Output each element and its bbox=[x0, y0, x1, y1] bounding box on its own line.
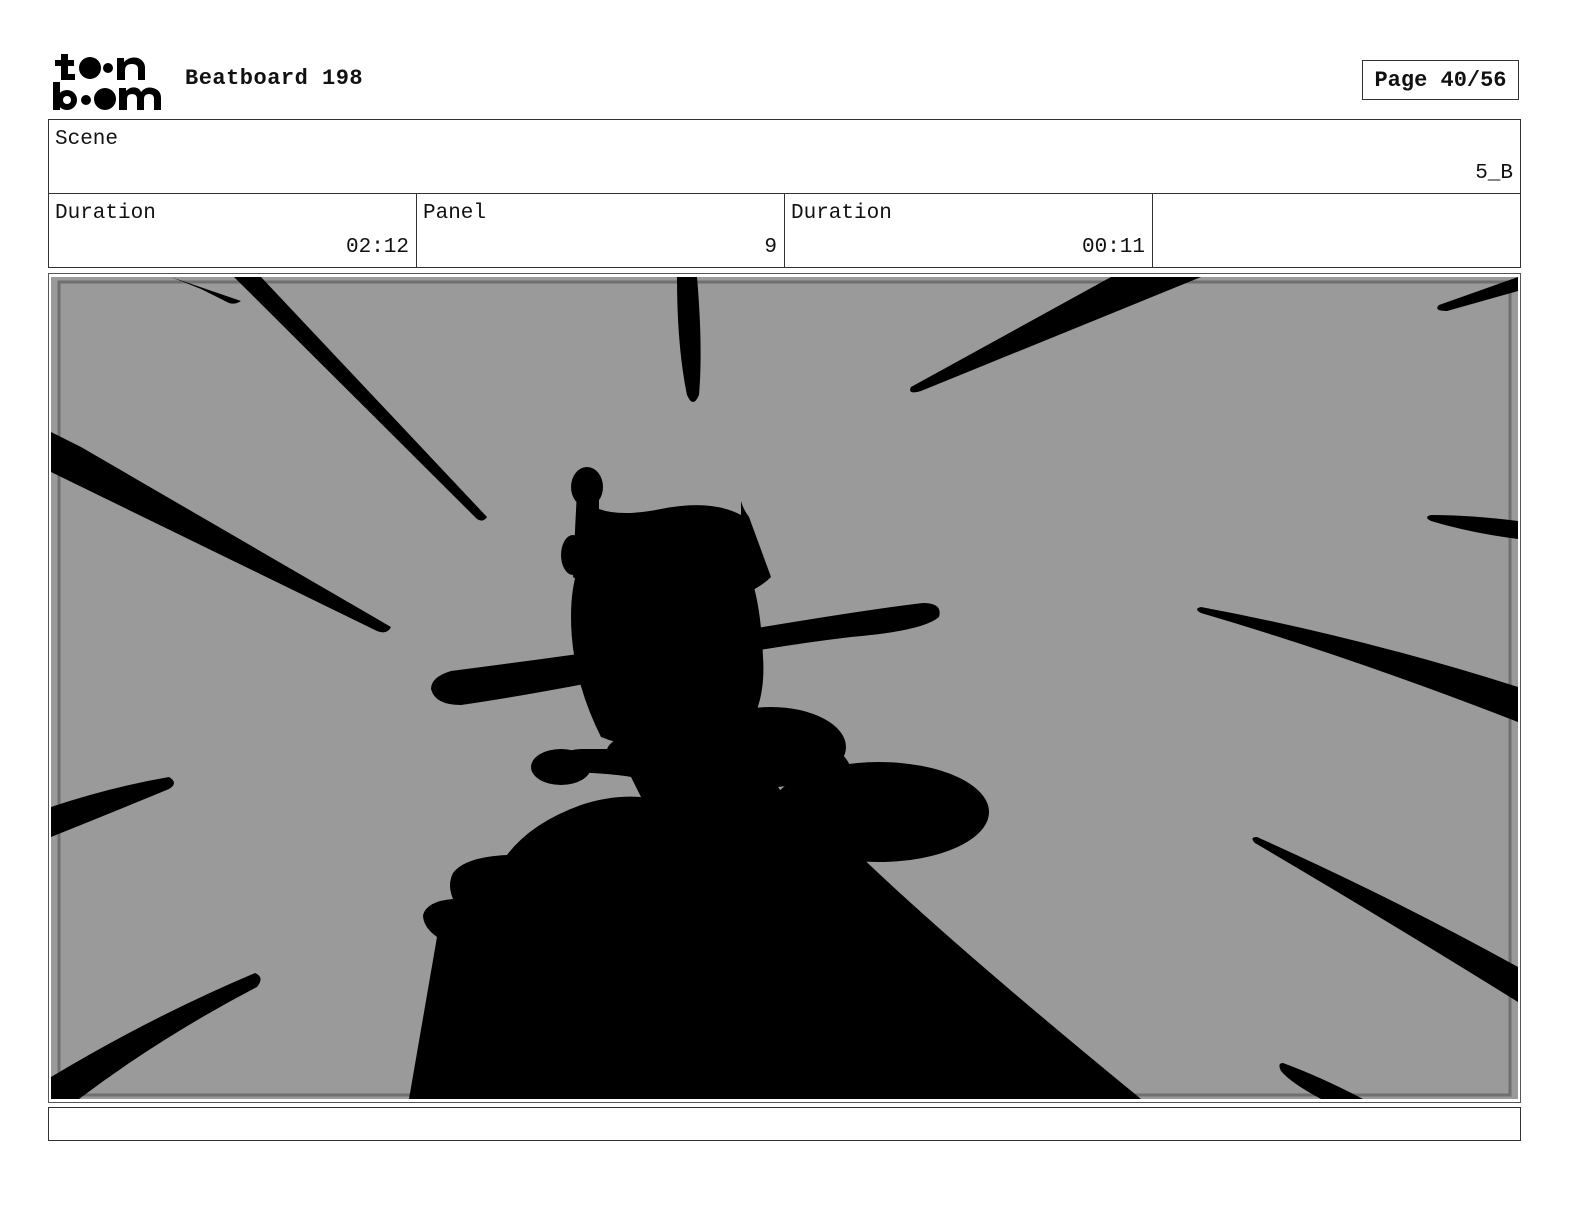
duration-label: Duration bbox=[55, 202, 156, 225]
panel-info-row: Duration 02:12 Panel 9 Duration 00:11 bbox=[48, 193, 1521, 268]
panel-duration-cell: Duration 00:11 bbox=[785, 194, 1153, 267]
panel-label: Panel bbox=[423, 202, 487, 225]
document-title: Beatboard 198 bbox=[185, 66, 364, 91]
panel-value: 9 bbox=[764, 236, 777, 259]
duration-value: 02:12 bbox=[345, 236, 409, 259]
toon-boom-logo bbox=[53, 54, 161, 110]
panel-number-cell: Panel 9 bbox=[417, 194, 785, 267]
scene-field: Scene 5_B bbox=[48, 119, 1521, 194]
empty-cell bbox=[1153, 194, 1520, 267]
scene-value: 5_B bbox=[1475, 162, 1513, 185]
storyboard-panel bbox=[48, 273, 1521, 1103]
panel-duration-label: Duration bbox=[791, 202, 892, 225]
scene-label: Scene bbox=[55, 128, 119, 151]
panel-drawing bbox=[51, 277, 1518, 1099]
panel-duration-value: 00:11 bbox=[1081, 236, 1145, 259]
sequence-duration-cell: Duration 02:12 bbox=[49, 194, 417, 267]
panel-notes bbox=[48, 1107, 1521, 1141]
page-indicator: Page 40/56 bbox=[1362, 60, 1519, 100]
